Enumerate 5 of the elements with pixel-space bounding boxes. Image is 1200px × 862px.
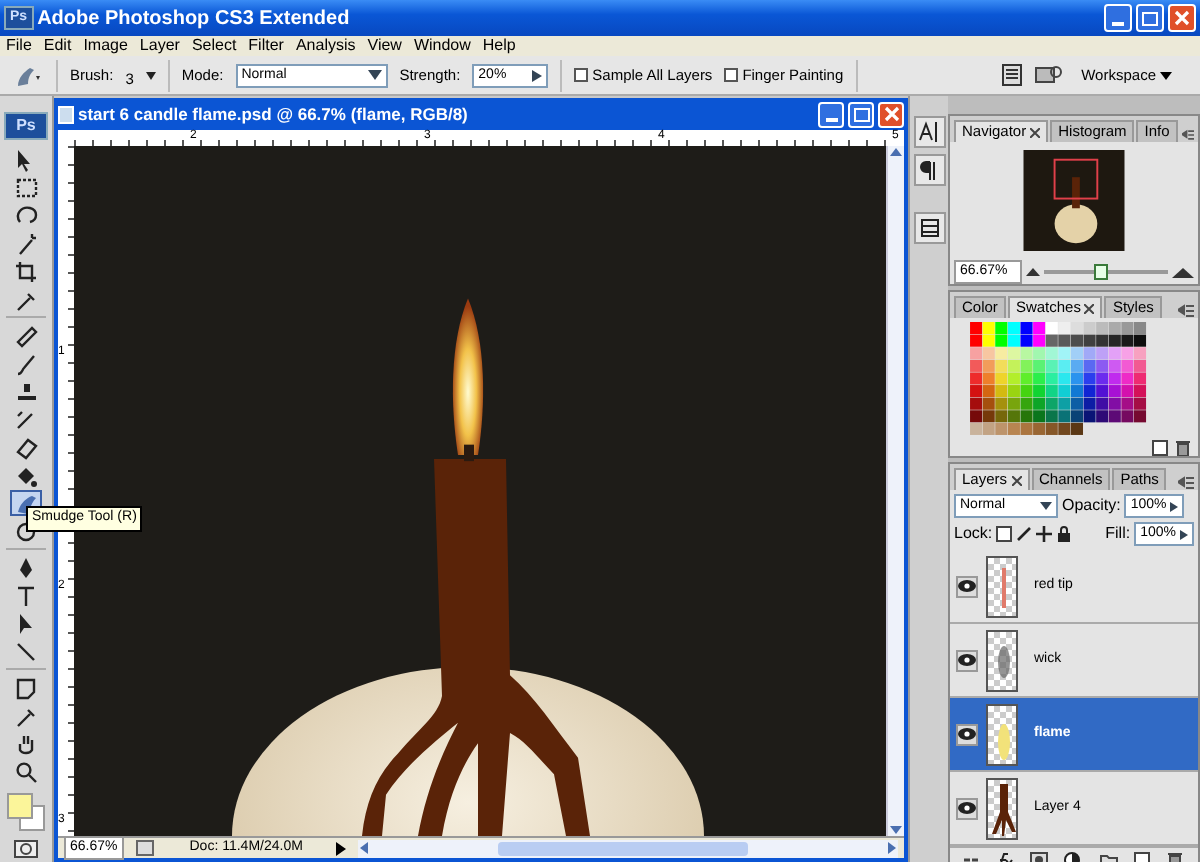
lock-label: Lock:: [954, 522, 993, 546]
opacity-label: Opacity:: [1062, 494, 1121, 518]
fill-label: Fill:: [1105, 522, 1131, 546]
document-title: start 6 candle flame.psd @ 66.7% (flame, RGB/8): [78, 101, 470, 127]
window-title: Adobe Photoshop CS3 Extended: [37, 5, 352, 33]
